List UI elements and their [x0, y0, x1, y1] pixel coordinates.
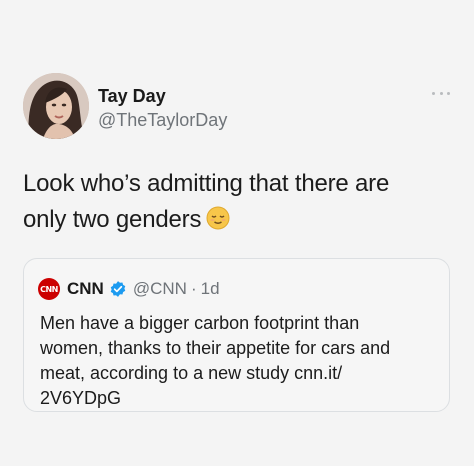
- quoted-text-line: meat, according to a new study cnn.it/: [40, 363, 343, 383]
- cnn-avatar[interactable]: CNN: [38, 278, 60, 300]
- author-avatar[interactable]: [23, 73, 89, 139]
- author-handle[interactable]: @TheTaylorDay: [98, 110, 227, 131]
- quoted-author-name[interactable]: CNN: [67, 279, 104, 299]
- profile-photo-icon: [23, 73, 89, 139]
- tweet-text-line: only two genders: [23, 202, 443, 241]
- quoted-author-handle[interactable]: @CNN: [133, 279, 187, 299]
- quoted-text-line: women, thanks to their appetite for cars…: [40, 338, 391, 358]
- tweet-text: Look who’s admitting that there are only…: [23, 166, 443, 241]
- tweet-text-line: Look who’s admitting that there are: [23, 170, 390, 197]
- author-name[interactable]: Tay Day: [98, 86, 166, 107]
- header-separator: ·: [190, 279, 197, 298]
- verified-badge-icon: [109, 280, 127, 298]
- relieved-face-emoji-icon: [206, 205, 230, 241]
- more-options-icon[interactable]: [432, 92, 450, 98]
- tweet: Tay Day @TheTaylorDay Look who’s admitti…: [0, 0, 474, 466]
- tweet-text-line-content: only two genders: [23, 206, 202, 233]
- quoted-tweet-header: CNN CNN @CNN · 1d: [38, 277, 220, 301]
- quoted-tweet-text: Men have a bigger carbon footprint than …: [40, 311, 440, 411]
- quoted-tweet-card[interactable]: CNN CNN @CNN · 1d Men have a bigger carb…: [23, 258, 450, 412]
- quoted-text-line: Men have a bigger carbon footprint than: [40, 313, 360, 333]
- quoted-tweet-time[interactable]: 1d: [201, 279, 220, 299]
- quoted-text-line: 2V6YDpG: [40, 388, 122, 408]
